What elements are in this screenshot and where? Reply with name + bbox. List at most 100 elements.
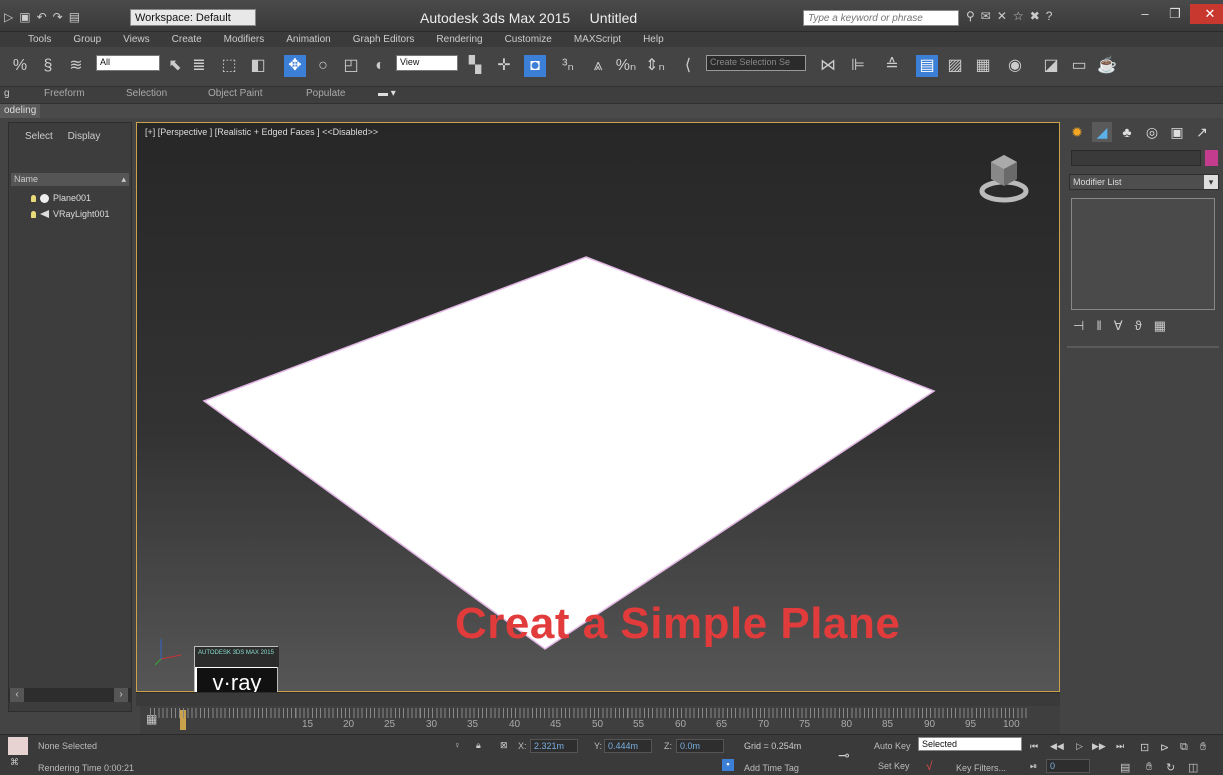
angle-snap-icon[interactable]: ⩓ (586, 55, 610, 77)
select-object-icon[interactable]: ⬉ (166, 55, 184, 77)
render-production-icon[interactable]: ☕ (1096, 55, 1118, 77)
named-selection-dropdown[interactable]: Create Selection Se (706, 55, 806, 71)
menu-group[interactable]: Group (73, 32, 101, 47)
align-icon[interactable]: ⊫ (848, 55, 868, 77)
list-item[interactable]: Plane001 (31, 193, 91, 203)
menu-modifiers[interactable]: Modifiers (224, 32, 265, 47)
utilities-tab-icon[interactable]: ↗ (1192, 122, 1212, 142)
keyboard-shortcut-icon[interactable]: ◘ (524, 55, 546, 77)
scene-explorer-icon[interactable]: ▤ (916, 55, 938, 77)
ribbon-subtab-modeling[interactable]: odeling (0, 104, 41, 118)
redo-icon[interactable]: ↷ (53, 10, 63, 24)
field-of-view-icon[interactable]: ⊳ (1160, 741, 1169, 754)
ribbon-tab-object-paint[interactable]: Object Paint (208, 88, 262, 99)
menu-help[interactable]: Help (643, 32, 664, 47)
chevron-down-icon[interactable]: ▾ (1204, 175, 1218, 189)
walk-through-icon[interactable]: ✋︎ (1200, 741, 1206, 754)
hierarchy-tab-icon[interactable]: ♣ (1117, 122, 1137, 142)
key-filters-button[interactable]: Key Filters... (956, 763, 1006, 773)
move-icon[interactable]: ✥ (284, 55, 306, 77)
menu-tools[interactable]: Tools (28, 32, 51, 47)
script-icon[interactable]: ⌘ (10, 757, 19, 768)
x-coord-field[interactable]: 2.321m (530, 739, 578, 753)
favorites-star-icon[interactable]: ☆ (1013, 9, 1024, 23)
default-in-out-tangents-icon[interactable]: √ (926, 759, 933, 773)
visibility-bulb-icon[interactable] (31, 194, 36, 202)
ribbon-tab-selection[interactable]: Selection (126, 88, 167, 99)
undo-icon[interactable]: ↶ (37, 10, 47, 24)
maxscript-listener-icon[interactable] (8, 737, 28, 755)
reference-coordinate-dropdown[interactable]: View (396, 55, 458, 71)
motion-tab-icon[interactable]: ◎ (1142, 122, 1162, 142)
search-input[interactable] (803, 10, 959, 26)
auto-key-button[interactable]: Auto Key (874, 741, 911, 751)
play-icon[interactable]: ▷ (1076, 741, 1083, 752)
object-color-swatch[interactable] (1205, 150, 1218, 166)
percent-snap-icon[interactable]: %ₙ (614, 55, 638, 77)
project-folder-icon[interactable]: ▤ (69, 10, 80, 24)
spinner-snap-icon[interactable]: ⇕ₙ (644, 55, 666, 77)
rotate-icon[interactable]: ○ (312, 55, 334, 77)
pin-stack-icon[interactable]: ⊣ (1073, 318, 1084, 334)
render-setup-icon[interactable]: ◪ (1040, 55, 1062, 77)
explorer-tab-display[interactable]: Display (68, 131, 101, 142)
material-editor-icon[interactable]: ◉ (1004, 55, 1026, 77)
ribbon-tab-modeling-edge[interactable]: g (4, 88, 10, 99)
absolute-mode-icon[interactable]: ⊠ (500, 740, 508, 751)
scroll-right-icon[interactable]: › (114, 688, 128, 702)
menu-views[interactable]: Views (123, 32, 150, 47)
modifier-list-dropdown[interactable]: Modifier List ▾ (1069, 174, 1219, 190)
remove-modifier-icon[interactable]: ϑ (1135, 318, 1142, 334)
goto-end-icon[interactable]: ⏭ (1116, 741, 1124, 752)
configure-modifier-sets-icon[interactable]: ▦ (1154, 318, 1166, 334)
zoom-extents-icon[interactable]: ⊡ (1140, 741, 1149, 754)
mirror-icon[interactable]: ⋈ (818, 55, 838, 77)
menu-animation[interactable]: Animation (286, 32, 330, 47)
lock-selection-icon[interactable]: 🔒︎ (476, 740, 481, 751)
workspace-dropdown[interactable]: Workspace: Default (130, 9, 256, 26)
add-time-tag[interactable]: Add Time Tag (744, 763, 799, 773)
scale-icon[interactable]: ◰ (340, 55, 362, 77)
ribbon-options-icon[interactable]: ▬ ▾ (378, 88, 396, 99)
explorer-tab-select[interactable]: Select (25, 131, 53, 142)
time-configuration-icon[interactable]: ▤ (1120, 761, 1130, 774)
explorer-scrollbar[interactable]: ‹ › (8, 688, 132, 702)
make-unique-icon[interactable]: ∀ (1114, 318, 1123, 334)
object-name-field[interactable] (1071, 150, 1201, 166)
maximize-viewport-icon[interactable]: ⧉ (1180, 741, 1188, 754)
list-item[interactable]: VRayLight001 (31, 209, 110, 219)
selection-filter-dropdown[interactable]: All (96, 55, 160, 71)
x-icon[interactable]: ✖ (1030, 9, 1040, 23)
open-icon[interactable]: ▷ (4, 10, 13, 24)
menu-graph-editors[interactable]: Graph Editors (353, 32, 415, 47)
unlink-icon[interactable]: § (38, 55, 58, 77)
rectangular-selection-icon[interactable]: ⬚ (218, 55, 240, 77)
link-icon[interactable]: % (10, 55, 30, 77)
isolate-icon[interactable]: ♀ (454, 740, 461, 750)
perspective-viewport[interactable]: [+] [Perspective ] [Realistic + Edged Fa… (136, 122, 1060, 692)
next-frame-icon[interactable]: ▶▶ (1092, 741, 1106, 752)
modifier-stack[interactable] (1071, 198, 1215, 310)
current-frame-field[interactable]: 0 (1046, 759, 1090, 773)
schematic-view-icon[interactable]: ▦ (972, 55, 994, 77)
time-tag-icon[interactable]: ▪ (722, 759, 734, 771)
y-coord-field[interactable]: 0.444m (604, 739, 652, 753)
key-mode-toggle-icon[interactable]: ⏯ (1030, 761, 1037, 772)
menu-create[interactable]: Create (172, 32, 202, 47)
viewcube-icon[interactable] (977, 153, 1031, 207)
maximize-toggle-icon[interactable]: ◫ (1188, 761, 1198, 774)
scroll-left-icon[interactable]: ‹ (10, 688, 24, 702)
previous-frame-icon[interactable]: ◀◀ (1050, 741, 1064, 752)
create-tab-icon[interactable]: ✹ (1067, 122, 1087, 142)
visibility-bulb-icon[interactable] (31, 210, 36, 218)
select-place-icon[interactable]: ◐ (370, 55, 390, 77)
save-icon[interactable]: ▣ (19, 10, 30, 24)
bind-spacewarp-icon[interactable]: ≋ (66, 55, 86, 77)
menu-customize[interactable]: Customize (505, 32, 552, 47)
goto-start-icon[interactable]: ⏮ (1030, 741, 1038, 752)
set-key-button[interactable]: Set Key (878, 761, 910, 771)
communication-icon[interactable]: ✉ (981, 9, 991, 23)
menu-rendering[interactable]: Rendering (436, 32, 482, 47)
rendered-frame-window-icon[interactable]: ▭ (1068, 55, 1090, 77)
ribbon-tab-populate[interactable]: Populate (306, 88, 345, 99)
